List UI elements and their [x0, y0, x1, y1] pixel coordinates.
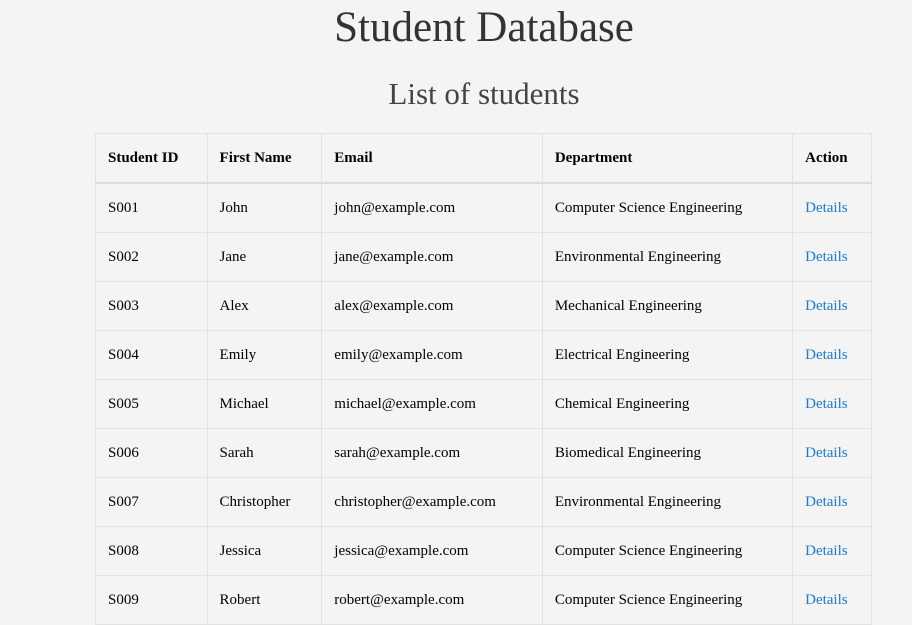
cell-action: Details [792, 575, 872, 625]
cell-email: alex@example.com [321, 281, 543, 331]
cell-email: jane@example.com [321, 232, 543, 282]
cell-action: Details [792, 232, 872, 282]
table-row: S007 Christopher christopher@example.com… [95, 477, 872, 527]
details-link[interactable]: Details [805, 494, 848, 510]
cell-department: Computer Science Engineering [541, 182, 794, 233]
table-row: S008 Jessica jessica@example.com Compute… [95, 526, 872, 576]
cell-department: Environmental Engineering [541, 232, 794, 282]
cell-email: emily@example.com [321, 330, 543, 380]
header-first-name: First Name [206, 133, 323, 184]
details-link[interactable]: Details [805, 347, 848, 363]
cell-student-id: S009 [95, 575, 208, 625]
cell-first-name: Alex [206, 281, 323, 331]
cell-student-id: S002 [95, 232, 208, 282]
header-department: Department [541, 133, 794, 184]
cell-first-name: Michael [206, 379, 323, 429]
page-title: Student Database [334, 4, 634, 51]
header-row: Student ID First Name Email Department A… [95, 133, 872, 184]
cell-first-name: John [206, 182, 323, 233]
details-link[interactable]: Details [805, 396, 848, 412]
cell-student-id: S004 [95, 330, 208, 380]
cell-first-name: Jessica [206, 526, 323, 576]
cell-department: Computer Science Engineering [541, 575, 794, 625]
cell-action: Details [792, 526, 872, 576]
students-table: Student ID First Name Email Department A… [95, 133, 872, 625]
cell-student-id: S008 [95, 526, 208, 576]
table-row: S001 John john@example.com Computer Scie… [95, 182, 872, 233]
details-link[interactable]: Details [805, 298, 848, 314]
details-link[interactable]: Details [805, 445, 848, 461]
table-row: S002 Jane jane@example.com Environmental… [95, 232, 872, 282]
cell-email: jessica@example.com [321, 526, 543, 576]
cell-action: Details [792, 477, 872, 527]
table-row: S005 Michael michael@example.com Chemica… [95, 379, 872, 429]
header-action: Action [792, 133, 872, 184]
cell-student-id: S007 [95, 477, 208, 527]
cell-action: Details [792, 281, 872, 331]
details-link[interactable]: Details [805, 592, 848, 608]
cell-first-name: Robert [206, 575, 323, 625]
cell-department: Computer Science Engineering [541, 526, 794, 576]
table-row: S009 Robert robert@example.com Computer … [95, 575, 872, 625]
header-email: Email [321, 133, 543, 184]
cell-department: Biomedical Engineering [541, 428, 794, 478]
cell-first-name: Jane [206, 232, 323, 282]
cell-first-name: Christopher [206, 477, 323, 527]
cell-action: Details [792, 330, 872, 380]
cell-department: Environmental Engineering [541, 477, 794, 527]
table-body: S001 John john@example.com Computer Scie… [95, 182, 872, 625]
cell-department: Mechanical Engineering [541, 281, 794, 331]
cell-action: Details [792, 379, 872, 429]
cell-email: robert@example.com [321, 575, 543, 625]
header-student-id: Student ID [95, 133, 208, 184]
page-subtitle: List of students [388, 76, 580, 111]
cell-action: Details [792, 428, 872, 478]
cell-email: michael@example.com [321, 379, 543, 429]
cell-student-id: S006 [95, 428, 208, 478]
cell-action: Details [792, 182, 872, 233]
details-link[interactable]: Details [805, 200, 848, 216]
table-header: Student ID First Name Email Department A… [95, 133, 872, 184]
details-link[interactable]: Details [805, 249, 848, 265]
cell-email: john@example.com [321, 182, 543, 233]
cell-email: sarah@example.com [321, 428, 543, 478]
details-link[interactable]: Details [805, 543, 848, 559]
cell-student-id: S003 [95, 281, 208, 331]
table-row: S006 Sarah sarah@example.com Biomedical … [95, 428, 872, 478]
cell-first-name: Sarah [206, 428, 323, 478]
cell-first-name: Emily [206, 330, 323, 380]
cell-department: Chemical Engineering [541, 379, 794, 429]
cell-student-id: S005 [95, 379, 208, 429]
cell-student-id: S001 [95, 182, 208, 233]
page: Student Database List of students Studen… [0, 0, 912, 625]
table-row: S004 Emily emily@example.com Electrical … [95, 330, 872, 380]
cell-department: Electrical Engineering [541, 330, 794, 380]
cell-email: christopher@example.com [321, 477, 543, 527]
table-row: S003 Alex alex@example.com Mechanical En… [95, 281, 872, 331]
